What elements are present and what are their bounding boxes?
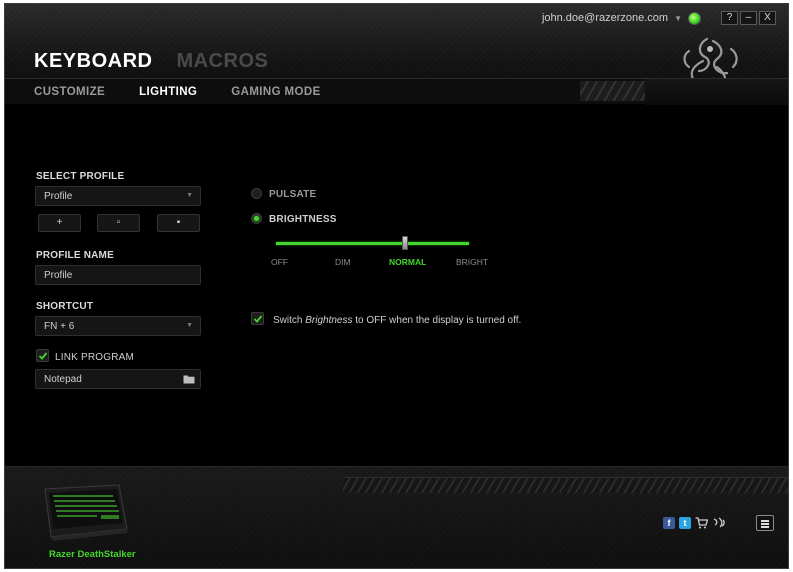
tab-gaming-mode[interactable]: GAMING MODE	[231, 86, 320, 98]
link-program-checkbox[interactable]	[36, 349, 49, 362]
decorative-band	[343, 477, 788, 493]
online-status-icon	[688, 11, 701, 25]
cart-icon[interactable]	[695, 517, 708, 529]
folder-icon[interactable]	[183, 374, 195, 384]
display-off-note: Switch Brightness to OFF when the displa…	[273, 315, 521, 326]
copy-icon: ▫	[116, 217, 121, 228]
macros-title[interactable]: MACROS	[176, 50, 268, 73]
chevron-down-icon: ▼	[186, 192, 193, 199]
link-program-label: LINK PROGRAM	[55, 352, 135, 363]
user-email[interactable]: john.doe@razerzone.com	[542, 12, 668, 24]
brightness-radio[interactable]	[251, 213, 262, 224]
note-suffix: to OFF when the display is turned off.	[352, 315, 522, 326]
add-profile-button[interactable]: +	[38, 214, 81, 232]
delete-profile-button[interactable]: ▪	[157, 214, 200, 232]
note-italic: Brightness	[305, 315, 353, 326]
tabs: CUSTOMIZE LIGHTING GAMING MODE	[34, 86, 355, 98]
social-links: f t	[663, 517, 726, 529]
profile-select-value: Profile	[44, 191, 73, 202]
user-bar: john.doe@razerzone.com ▼ ? – X	[542, 10, 776, 26]
hamburger-line	[761, 526, 769, 528]
profile-select[interactable]: Profile ▼	[35, 186, 201, 206]
section-titles: KEYBOARD MACROS	[34, 50, 268, 73]
header: john.doe@razerzone.com ▼ ? – X KEYBOARD …	[5, 4, 788, 105]
shortcut-select[interactable]: FN + 6 ▼	[35, 316, 201, 336]
hamburger-line	[761, 523, 769, 525]
trash-icon: ▪	[176, 217, 181, 228]
close-button[interactable]: X	[759, 11, 776, 25]
tab-customize[interactable]: CUSTOMIZE	[34, 86, 105, 98]
device-name[interactable]: Razer DeathStalker	[49, 549, 136, 560]
minimize-button[interactable]: –	[740, 11, 757, 25]
linked-program-field[interactable]: Notepad	[35, 369, 201, 389]
decorative-stripes	[580, 81, 652, 101]
shortcut-value: FN + 6	[44, 321, 75, 332]
profile-name-label: PROFILE NAME	[36, 250, 114, 261]
twitter-icon[interactable]: t	[679, 517, 691, 529]
tab-bar: CUSTOMIZE LIGHTING GAMING MODE	[5, 78, 788, 105]
checkmark-icon	[38, 352, 48, 360]
synapse-window: john.doe@razerzone.com ▼ ? – X KEYBOARD …	[4, 3, 789, 569]
profile-name-input[interactable]: Profile	[35, 265, 201, 285]
keyboard-title[interactable]: KEYBOARD	[34, 50, 152, 73]
razer-icon[interactable]	[712, 517, 726, 529]
brightness-slider-track[interactable]	[276, 242, 469, 245]
display-off-checkbox[interactable]	[251, 312, 264, 325]
copy-profile-button[interactable]: ▫	[97, 214, 140, 232]
plus-icon: +	[56, 217, 63, 228]
keyboard-device-icon[interactable]	[41, 483, 129, 541]
chevron-down-icon: ▼	[186, 322, 193, 329]
hamburger-icon	[761, 520, 769, 522]
help-button[interactable]: ?	[721, 11, 738, 25]
chevron-down-icon[interactable]: ▼	[674, 14, 682, 23]
brightness-level-dim: DIM	[335, 257, 351, 267]
brightness-label: BRIGHTNESS	[269, 214, 337, 225]
checkmark-icon	[253, 315, 263, 323]
tab-lighting[interactable]: LIGHTING	[139, 86, 197, 98]
select-profile-label: SELECT PROFILE	[36, 171, 125, 182]
profile-name-value: Profile	[44, 270, 73, 281]
pulsate-radio[interactable]	[251, 188, 262, 199]
footer: Razer DeathStalker f t	[5, 466, 788, 568]
shortcut-label: SHORTCUT	[36, 301, 94, 312]
brightness-slider-thumb[interactable]	[402, 236, 408, 250]
window-controls: ? – X	[721, 11, 776, 25]
linked-program-value: Notepad	[44, 374, 82, 385]
pulsate-label: PULSATE	[269, 189, 317, 200]
menu-button[interactable]	[756, 515, 774, 531]
brightness-level-bright: BRIGHT	[456, 257, 489, 267]
brightness-level-off: OFF	[271, 257, 288, 267]
brightness-level-normal: NORMAL	[389, 257, 427, 267]
tabbar-panel	[645, 79, 788, 105]
note-prefix: Switch	[273, 315, 306, 326]
facebook-icon[interactable]: f	[663, 517, 675, 529]
